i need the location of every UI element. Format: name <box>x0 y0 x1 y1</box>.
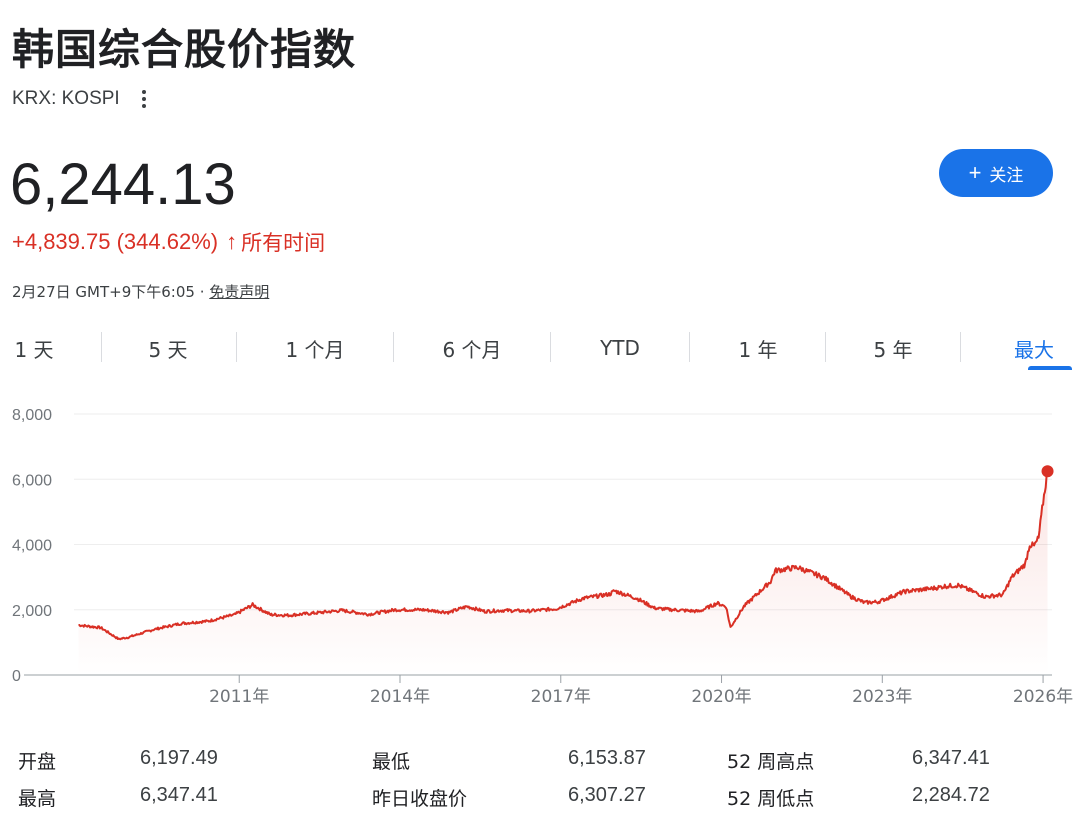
y-tick-label: 4,000 <box>12 538 52 555</box>
tab-divider <box>101 332 102 362</box>
tab-divider <box>236 332 237 362</box>
x-tick-label: 2014年 <box>370 687 430 707</box>
timestamp: 2月27日 GMT+9下午6:05 · <box>12 283 205 301</box>
tab-5-years[interactable]: 5 年 <box>853 328 933 368</box>
tab-divider <box>825 332 826 362</box>
plus-icon: + <box>968 160 982 185</box>
x-tick-label: 2011年 <box>209 687 269 707</box>
disclaimer-link[interactable]: 免责声明 <box>209 283 269 301</box>
x-tick-label: 2020年 <box>691 687 751 707</box>
price-change: +4,839.75 (344.62%) ↑ 所有时间 <box>12 227 325 257</box>
stat-52w-high-value: 6,347.41 <box>912 747 990 769</box>
tab-1-day[interactable]: 1 天 <box>0 328 68 368</box>
tab-divider <box>393 332 394 362</box>
x-tick-label: 2026年 <box>1013 687 1073 707</box>
current-price: 6,244.13 <box>10 152 236 217</box>
stat-open-value: 6,197.49 <box>140 747 218 769</box>
stat-low-value: 6,153.87 <box>568 747 646 769</box>
page-title: 韩国综合股价指数 <box>12 25 357 74</box>
last-price-point[interactable] <box>1041 465 1054 478</box>
stat-high-label: 最高 <box>18 788 57 810</box>
change-period: 所有时间 <box>241 231 326 255</box>
arrow-up-icon: ↑ <box>226 229 238 254</box>
more-options-icon[interactable] <box>136 88 152 110</box>
y-tick-label: 8,000 <box>12 407 52 424</box>
tab-6-months[interactable]: 6 个月 <box>422 328 522 368</box>
active-tab-indicator <box>1028 366 1072 370</box>
tab-5-days[interactable]: 5 天 <box>130 328 206 368</box>
price-chart[interactable]: 0 2,000 4,000 6,000 8,000 2011年 2014年 2017年 2020… <box>0 395 1080 715</box>
ticker-row: KRX: KOSPI <box>12 88 152 110</box>
stat-prev-close-label: 昨日收盘价 <box>372 788 468 810</box>
y-tick-label: 6,000 <box>12 472 52 489</box>
stat-52w-low-value: 2,284.72 <box>912 784 990 806</box>
x-tick-label: 2023年 <box>852 687 912 707</box>
x-tick-label: 2017年 <box>531 687 591 707</box>
follow-label: 关注 <box>989 165 1024 186</box>
tab-max[interactable]: 最大 <box>994 328 1074 368</box>
ticker-symbol: KRX: KOSPI <box>12 88 120 109</box>
follow-button[interactable]: + 关注 <box>939 149 1053 197</box>
stat-prev-close-value: 6,307.27 <box>568 784 646 806</box>
price-area <box>78 471 1048 675</box>
tab-1-month[interactable]: 1 个月 <box>266 328 364 368</box>
tab-divider <box>550 332 551 362</box>
y-tick-label: 2,000 <box>12 603 52 620</box>
stat-open-label: 开盘 <box>18 751 57 773</box>
tab-divider <box>689 332 690 362</box>
stat-low-label: 最低 <box>372 751 411 773</box>
timestamp-row: 2月27日 GMT+9下午6:05 · 免责声明 <box>12 281 269 302</box>
tab-1-year[interactable]: 1 年 <box>718 328 798 368</box>
stat-high-value: 6,347.41 <box>140 784 218 806</box>
y-tick-label: 0 <box>12 668 21 685</box>
tab-divider <box>960 332 961 362</box>
stat-52w-low-label: 52 周低点 <box>727 788 815 810</box>
stat-52w-high-label: 52 周高点 <box>727 751 815 773</box>
range-tabs: 1 天 5 天 1 个月 6 个月 YTD 1 年 5 年 最大 <box>0 328 1080 372</box>
tab-ytd[interactable]: YTD <box>580 328 660 368</box>
change-value: +4,839.75 (344.62%) <box>12 229 219 254</box>
